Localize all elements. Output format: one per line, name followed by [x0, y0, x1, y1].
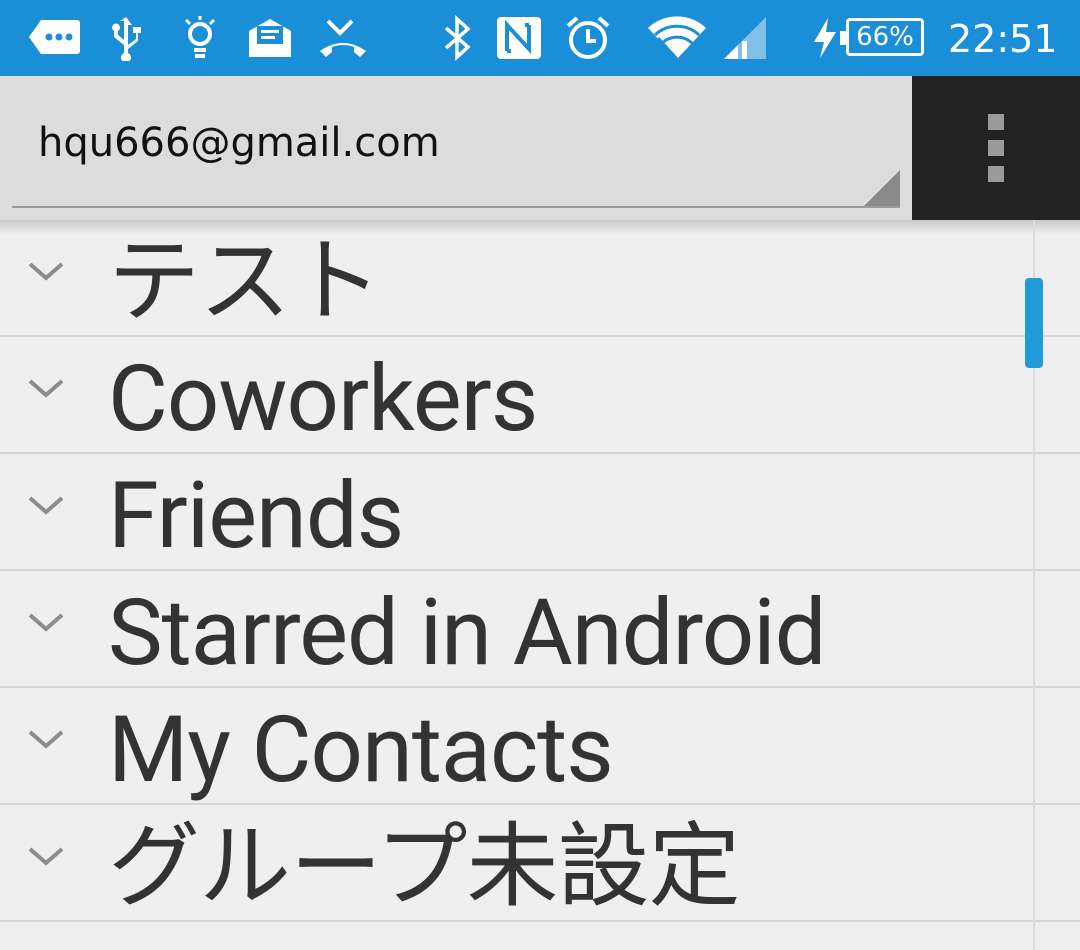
group-row[interactable]: グループ未設定 — [0, 805, 1080, 922]
account-email: hqu666@gmail.com — [38, 120, 440, 166]
bluetooth-icon — [440, 14, 474, 62]
chevron-down-icon — [28, 262, 64, 281]
lightbulb-icon — [180, 14, 220, 62]
status-bar: 66% 22:51 — [0, 0, 1080, 76]
battery-percent: 66% — [856, 22, 914, 52]
status-clock: 22:51 — [948, 17, 1058, 61]
chevron-down-icon — [28, 496, 64, 515]
cell-signal-icon — [722, 14, 768, 62]
group-row[interactable]: テスト — [0, 220, 1080, 337]
chevron-down-icon — [28, 613, 64, 632]
group-label: Coworkers — [108, 346, 538, 453]
chevron-down-icon — [28, 847, 64, 866]
email-icon — [246, 14, 294, 62]
overflow-dot — [988, 114, 1004, 130]
wifi-icon — [646, 14, 708, 62]
scrollbar-thumb[interactable] — [1025, 278, 1043, 368]
group-row[interactable]: Friends — [0, 454, 1080, 571]
group-label: テスト — [108, 229, 382, 336]
group-label: Starred in Android — [108, 580, 826, 687]
group-label: グループ未設定 — [108, 814, 740, 921]
alarm-icon — [564, 14, 612, 62]
chat-bubble-icon — [26, 14, 82, 62]
spinner-arrow-icon — [864, 170, 900, 206]
group-list[interactable]: テスト Coworkers Friends Starred in Android… — [0, 220, 1080, 950]
group-row[interactable]: Starred in Android — [0, 571, 1080, 688]
overflow-menu-button[interactable] — [912, 76, 1080, 220]
usb-icon — [106, 14, 146, 62]
chevron-down-icon — [28, 379, 64, 398]
battery-indicator: 66% — [840, 18, 924, 56]
overflow-dot — [988, 140, 1004, 156]
missed-call-icon — [318, 14, 368, 62]
group-label: Friends — [108, 463, 404, 570]
toolbar-shadow — [0, 220, 1080, 234]
battery-nub — [840, 31, 846, 45]
group-label: My Contacts — [108, 697, 614, 804]
group-row[interactable]: My Contacts — [0, 688, 1080, 805]
overflow-dot — [988, 166, 1004, 182]
charging-bolt-icon — [810, 14, 840, 62]
action-bar: hqu666@gmail.com — [0, 76, 1080, 220]
chevron-down-icon — [28, 730, 64, 749]
account-selector[interactable]: hqu666@gmail.com — [12, 76, 900, 208]
nfc-icon — [494, 14, 544, 62]
group-row[interactable]: Coworkers — [0, 337, 1080, 454]
